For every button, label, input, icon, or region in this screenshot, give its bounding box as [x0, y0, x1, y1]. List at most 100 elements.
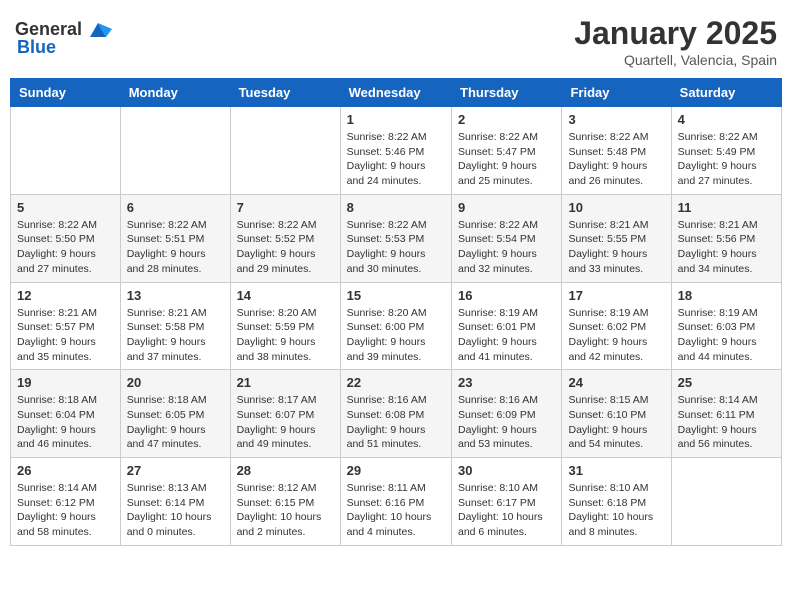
- day-info: Sunrise: 8:22 AM Sunset: 5:54 PM Dayligh…: [458, 218, 555, 277]
- day-number: 3: [568, 112, 664, 127]
- logo-icon: [84, 15, 112, 43]
- day-number: 4: [678, 112, 775, 127]
- day-cell: 28 Sunrise: 8:12 AM Sunset: 6:15 PM Dayli…: [230, 458, 340, 546]
- day-info: Sunrise: 8:14 AM Sunset: 6:11 PM Dayligh…: [678, 393, 775, 452]
- day-cell: 18 Sunrise: 8:19 AM Sunset: 6:03 PM Dayli…: [671, 282, 781, 370]
- day-number: 16: [458, 288, 555, 303]
- day-cell: 26 Sunrise: 8:14 AM Sunset: 6:12 PM Dayli…: [11, 458, 121, 546]
- day-info: Sunrise: 8:22 AM Sunset: 5:51 PM Dayligh…: [127, 218, 224, 277]
- day-number: 19: [17, 375, 114, 390]
- calendar: SundayMondayTuesdayWednesdayThursdayFrid…: [10, 78, 782, 546]
- day-cell: 25 Sunrise: 8:14 AM Sunset: 6:11 PM Dayli…: [671, 370, 781, 458]
- day-cell: 12Sunrise: 8:21 AM Sunset: 5:57 PM Dayli…: [11, 282, 121, 370]
- day-number: 14: [237, 288, 334, 303]
- day-info: Sunrise: 8:18 AM Sunset: 6:05 PM Dayligh…: [127, 393, 224, 452]
- day-number: 26: [17, 463, 114, 478]
- day-info: Sunrise: 8:21 AM Sunset: 5:57 PM Dayligh…: [17, 306, 114, 365]
- location-subtitle: Quartell, Valencia, Spain: [574, 52, 777, 68]
- day-cell: 3 Sunrise: 8:22 AM Sunset: 5:48 PM Daylig…: [562, 107, 671, 195]
- day-cell: 16 Sunrise: 8:19 AM Sunset: 6:01 PM Dayli…: [452, 282, 562, 370]
- day-cell: 1 Sunrise: 8:22 AM Sunset: 5:46 PM Daylig…: [340, 107, 451, 195]
- week-row-5: 26 Sunrise: 8:14 AM Sunset: 6:12 PM Dayli…: [11, 458, 782, 546]
- day-cell: 14 Sunrise: 8:20 AM Sunset: 5:59 PM Dayli…: [230, 282, 340, 370]
- day-cell: 6 Sunrise: 8:22 AM Sunset: 5:51 PM Daylig…: [120, 194, 230, 282]
- day-cell: 15Sunrise: 8:20 AM Sunset: 6:00 PM Dayli…: [340, 282, 451, 370]
- day-number: 18: [678, 288, 775, 303]
- weekday-thursday: Thursday: [452, 79, 562, 107]
- day-info: Sunrise: 8:21 AM Sunset: 5:58 PM Dayligh…: [127, 306, 224, 365]
- day-info: Sunrise: 8:20 AM Sunset: 6:00 PM Dayligh…: [347, 306, 445, 365]
- title-area: January 2025 Quartell, Valencia, Spain: [574, 15, 777, 68]
- day-cell: 2Sunrise: 8:22 AM Sunset: 5:47 PM Daylig…: [452, 107, 562, 195]
- day-cell: [671, 458, 781, 546]
- day-number: 21: [237, 375, 334, 390]
- month-title: January 2025: [574, 15, 777, 52]
- weekday-sunday: Sunday: [11, 79, 121, 107]
- day-info: Sunrise: 8:22 AM Sunset: 5:48 PM Dayligh…: [568, 130, 664, 189]
- day-number: 23: [458, 375, 555, 390]
- day-number: 17: [568, 288, 664, 303]
- weekday-monday: Monday: [120, 79, 230, 107]
- day-number: 31: [568, 463, 664, 478]
- day-number: 13: [127, 288, 224, 303]
- day-cell: 23 Sunrise: 8:16 AM Sunset: 6:09 PM Dayli…: [452, 370, 562, 458]
- day-cell: 4Sunrise: 8:22 AM Sunset: 5:49 PM Daylig…: [671, 107, 781, 195]
- day-number: 10: [568, 200, 664, 215]
- day-info: Sunrise: 8:18 AM Sunset: 6:04 PM Dayligh…: [17, 393, 114, 452]
- weekday-friday: Friday: [562, 79, 671, 107]
- day-cell: 24Sunrise: 8:15 AM Sunset: 6:10 PM Dayli…: [562, 370, 671, 458]
- week-row-2: 5 Sunrise: 8:22 AM Sunset: 5:50 PM Daylig…: [11, 194, 782, 282]
- day-info: Sunrise: 8:14 AM Sunset: 6:12 PM Dayligh…: [17, 481, 114, 540]
- day-cell: 22 Sunrise: 8:16 AM Sunset: 6:08 PM Dayli…: [340, 370, 451, 458]
- day-cell: 29Sunrise: 8:11 AM Sunset: 6:16 PM Dayli…: [340, 458, 451, 546]
- day-cell: [11, 107, 121, 195]
- day-number: 5: [17, 200, 114, 215]
- day-cell: 9Sunrise: 8:22 AM Sunset: 5:54 PM Daylig…: [452, 194, 562, 282]
- day-number: 25: [678, 375, 775, 390]
- weekday-header-row: SundayMondayTuesdayWednesdayThursdayFrid…: [11, 79, 782, 107]
- day-info: Sunrise: 8:20 AM Sunset: 5:59 PM Dayligh…: [237, 306, 334, 365]
- week-row-1: 1 Sunrise: 8:22 AM Sunset: 5:46 PM Daylig…: [11, 107, 782, 195]
- week-row-3: 12Sunrise: 8:21 AM Sunset: 5:57 PM Dayli…: [11, 282, 782, 370]
- day-cell: 10 Sunrise: 8:21 AM Sunset: 5:55 PM Dayli…: [562, 194, 671, 282]
- weekday-wednesday: Wednesday: [340, 79, 451, 107]
- day-number: 24: [568, 375, 664, 390]
- day-cell: 5 Sunrise: 8:22 AM Sunset: 5:50 PM Daylig…: [11, 194, 121, 282]
- day-number: 27: [127, 463, 224, 478]
- day-info: Sunrise: 8:22 AM Sunset: 5:50 PM Dayligh…: [17, 218, 114, 277]
- day-info: Sunrise: 8:16 AM Sunset: 6:08 PM Dayligh…: [347, 393, 445, 452]
- logo-blue: Blue: [17, 37, 56, 58]
- day-info: Sunrise: 8:22 AM Sunset: 5:46 PM Dayligh…: [347, 130, 445, 189]
- logo: General Blue: [15, 15, 112, 58]
- day-cell: 7Sunrise: 8:22 AM Sunset: 5:52 PM Daylig…: [230, 194, 340, 282]
- day-info: Sunrise: 8:22 AM Sunset: 5:52 PM Dayligh…: [237, 218, 334, 277]
- day-cell: 27 Sunrise: 8:13 AM Sunset: 6:14 PM Dayli…: [120, 458, 230, 546]
- day-cell: 20 Sunrise: 8:18 AM Sunset: 6:05 PM Dayli…: [120, 370, 230, 458]
- day-info: Sunrise: 8:19 AM Sunset: 6:01 PM Dayligh…: [458, 306, 555, 365]
- day-info: Sunrise: 8:10 AM Sunset: 6:18 PM Dayligh…: [568, 481, 664, 540]
- calendar-body: 1 Sunrise: 8:22 AM Sunset: 5:46 PM Daylig…: [11, 107, 782, 546]
- day-cell: 31 Sunrise: 8:10 AM Sunset: 6:18 PM Dayli…: [562, 458, 671, 546]
- day-cell: [120, 107, 230, 195]
- day-info: Sunrise: 8:16 AM Sunset: 6:09 PM Dayligh…: [458, 393, 555, 452]
- day-info: Sunrise: 8:19 AM Sunset: 6:03 PM Dayligh…: [678, 306, 775, 365]
- day-info: Sunrise: 8:21 AM Sunset: 5:55 PM Dayligh…: [568, 218, 664, 277]
- day-number: 22: [347, 375, 445, 390]
- day-info: Sunrise: 8:22 AM Sunset: 5:47 PM Dayligh…: [458, 130, 555, 189]
- day-number: 20: [127, 375, 224, 390]
- day-info: Sunrise: 8:22 AM Sunset: 5:53 PM Dayligh…: [347, 218, 445, 277]
- day-cell: 13 Sunrise: 8:21 AM Sunset: 5:58 PM Dayli…: [120, 282, 230, 370]
- day-info: Sunrise: 8:12 AM Sunset: 6:15 PM Dayligh…: [237, 481, 334, 540]
- day-info: Sunrise: 8:21 AM Sunset: 5:56 PM Dayligh…: [678, 218, 775, 277]
- day-number: 1: [347, 112, 445, 127]
- day-number: 29: [347, 463, 445, 478]
- weekday-saturday: Saturday: [671, 79, 781, 107]
- day-number: 6: [127, 200, 224, 215]
- day-info: Sunrise: 8:10 AM Sunset: 6:17 PM Dayligh…: [458, 481, 555, 540]
- day-info: Sunrise: 8:13 AM Sunset: 6:14 PM Dayligh…: [127, 481, 224, 540]
- day-info: Sunrise: 8:17 AM Sunset: 6:07 PM Dayligh…: [237, 393, 334, 452]
- day-number: 8: [347, 200, 445, 215]
- week-row-4: 19 Sunrise: 8:18 AM Sunset: 6:04 PM Dayli…: [11, 370, 782, 458]
- day-cell: 19 Sunrise: 8:18 AM Sunset: 6:04 PM Dayli…: [11, 370, 121, 458]
- day-number: 28: [237, 463, 334, 478]
